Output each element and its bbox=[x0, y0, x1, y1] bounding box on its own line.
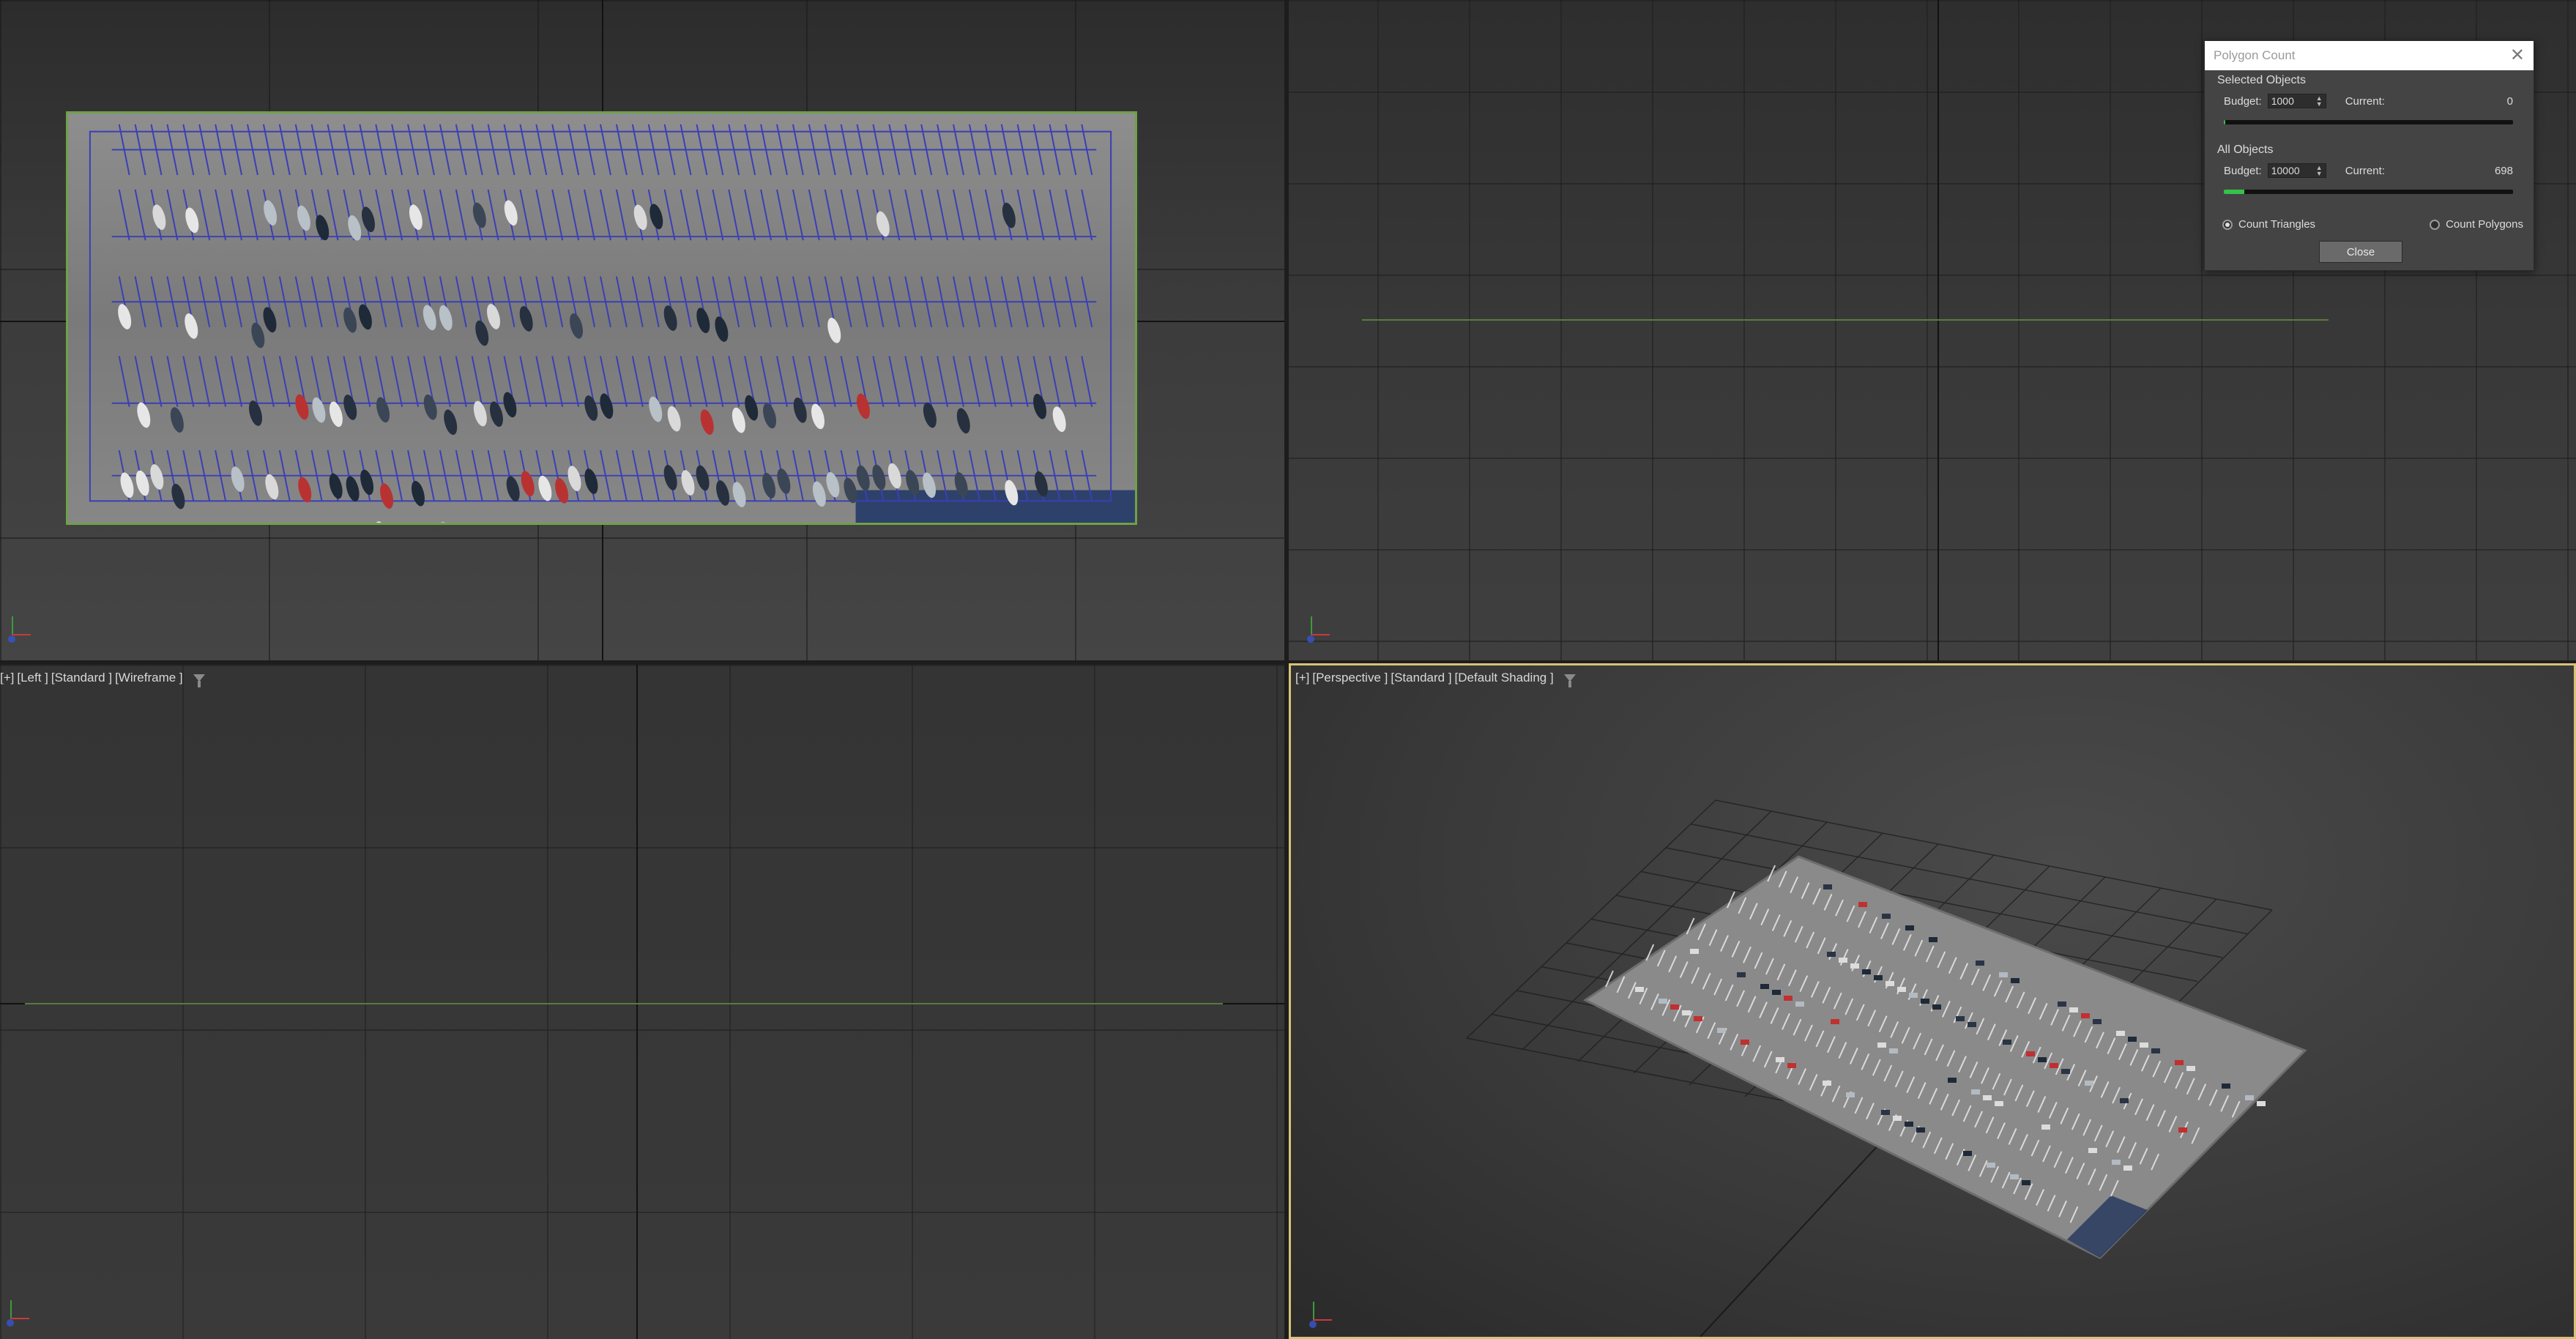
all-usage-fill bbox=[2224, 190, 2244, 194]
count-mode-group: Count Triangles Count Polygons bbox=[2222, 218, 2523, 231]
viewport-standard[interactable]: [Standard ] bbox=[51, 671, 112, 685]
all-usage-bar bbox=[2224, 190, 2513, 194]
ground-plane-line bbox=[1362, 319, 2329, 321]
viewport-shading[interactable]: [Wireframe ] bbox=[115, 671, 183, 685]
selected-usage-fill bbox=[2224, 120, 2226, 124]
parking-lot-plane[interactable] bbox=[66, 111, 1137, 525]
radio-dot bbox=[2222, 219, 2233, 230]
spinner-arrows-icon[interactable]: ▲ ▼ bbox=[2316, 165, 2323, 177]
axis-line-vertical bbox=[1937, 0, 1939, 660]
axis-line-vertical bbox=[636, 665, 638, 1339]
viewport-label-perspective: [+] [Perspective ] [Standard ] [Default … bbox=[1295, 671, 1576, 687]
ground-plane-line bbox=[25, 1003, 1223, 1004]
parking-lot-texture bbox=[89, 124, 1135, 523]
count-polygons-label: Count Polygons bbox=[2446, 218, 2523, 231]
budget-label: Budget: bbox=[2224, 94, 2262, 108]
all-objects-row: Budget: 10000 ▲ ▼ Current: 698 bbox=[2224, 163, 2513, 178]
current-label: Current: bbox=[2345, 164, 2385, 177]
perspective-scene bbox=[1466, 799, 2307, 1337]
count-triangles-label: Count Triangles bbox=[2238, 218, 2316, 231]
selected-budget-spinner[interactable]: 1000 ▲ ▼ bbox=[2267, 94, 2326, 108]
viewport-label-left: [+] [Left ] [Standard ] [Wireframe ] bbox=[0, 671, 205, 687]
dialog-titlebar[interactable]: Polygon Count ✕ bbox=[2205, 41, 2534, 70]
selected-budget-value: 1000 bbox=[2271, 95, 2294, 107]
polygon-count-dialog[interactable]: Polygon Count ✕ Selected Objects Budget:… bbox=[2204, 40, 2534, 271]
current-label: Current: bbox=[2345, 94, 2385, 108]
viewport-point-of-view[interactable]: [Left ] bbox=[17, 671, 48, 685]
viewport-grid bbox=[0, 665, 1284, 1339]
axis-gizmo-icon bbox=[1303, 615, 1333, 644]
viewport-menu-plus[interactable]: [+] bbox=[0, 671, 14, 685]
viewport-shading[interactable]: [Default Shading ] bbox=[1455, 671, 1554, 685]
viewport-divider-vertical[interactable] bbox=[1284, 0, 1289, 1339]
viewport-top[interactable] bbox=[0, 0, 1284, 660]
axis-gizmo-icon bbox=[1306, 1300, 1335, 1329]
count-triangles-radio[interactable]: Count Triangles bbox=[2222, 218, 2315, 231]
close-button[interactable]: Close bbox=[2319, 241, 2402, 263]
selected-usage-bar bbox=[2224, 120, 2513, 124]
funnel-icon[interactable] bbox=[193, 674, 205, 687]
dialog-title: Polygon Count bbox=[2214, 48, 2296, 62]
viewport-point-of-view[interactable]: [Perspective ] bbox=[1312, 671, 1388, 685]
all-budget-spinner[interactable]: 10000 ▲ ▼ bbox=[2267, 163, 2326, 178]
selected-current-value: 0 bbox=[2506, 94, 2513, 108]
close-icon[interactable]: ✕ bbox=[2510, 47, 2525, 64]
axis-gizmo-icon bbox=[4, 615, 34, 644]
radio-dot bbox=[2430, 219, 2441, 230]
count-polygons-radio[interactable]: Count Polygons bbox=[2430, 218, 2523, 231]
viewport-menu-plus[interactable]: [+] bbox=[1295, 671, 1309, 685]
all-current-value: 698 bbox=[2494, 164, 2513, 177]
viewport-left[interactable]: [+] [Left ] [Standard ] [Wireframe ] bbox=[0, 665, 1284, 1339]
axis-gizmo-icon bbox=[3, 1299, 32, 1328]
all-objects-heading: All Objects bbox=[2217, 143, 2274, 156]
funnel-icon[interactable] bbox=[1563, 674, 1576, 687]
active-viewport-highlight bbox=[1289, 663, 2576, 665]
viewport-perspective[interactable]: [+] [Perspective ] [Standard ] [Default … bbox=[1289, 665, 2576, 1339]
viewport-standard[interactable]: [Standard ] bbox=[1391, 671, 1451, 685]
selected-objects-row: Budget: 1000 ▲ ▼ Current: 0 bbox=[2224, 94, 2513, 108]
all-budget-value: 10000 bbox=[2271, 165, 2300, 176]
selected-objects-heading: Selected Objects bbox=[2217, 74, 2306, 86]
spinner-arrows-icon[interactable]: ▲ ▼ bbox=[2316, 95, 2323, 108]
budget-label: Budget: bbox=[2224, 164, 2262, 177]
